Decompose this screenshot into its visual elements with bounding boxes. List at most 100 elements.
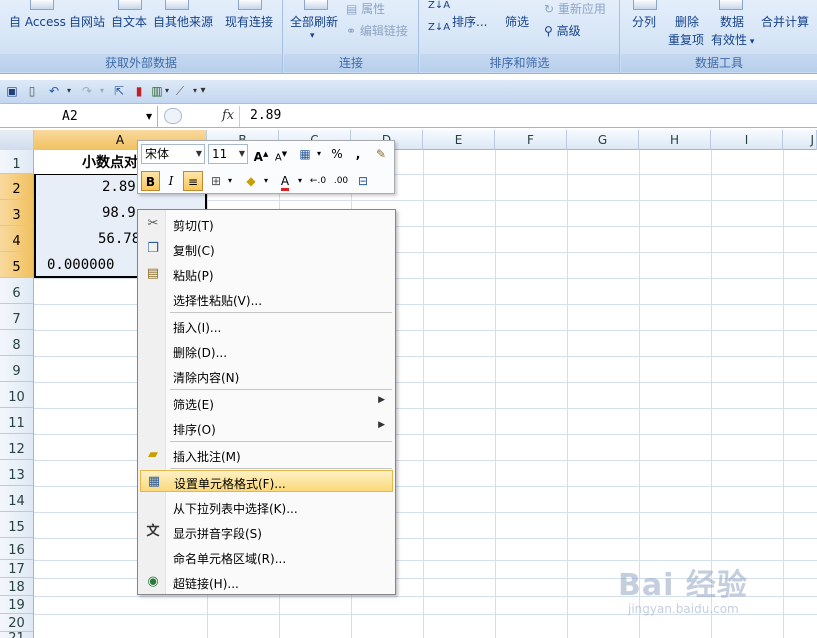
menu-item-show-pinyin[interactable]: 文 显示拼音字段(S) [140, 521, 393, 543]
existing-connections-button[interactable]: 现有连接 [225, 13, 273, 30]
row-header-9[interactable]: 9 [0, 356, 34, 382]
row-header-15[interactable]: 15 [0, 512, 34, 538]
insert-function-icon[interactable]: fx [222, 108, 234, 123]
column-header-i[interactable]: I [711, 130, 783, 150]
row-header-16[interactable]: 16 [0, 538, 34, 560]
menu-item-copy[interactable]: ❐ 复制(C) [140, 238, 393, 260]
menu-item-sort[interactable]: 排序(O) ▶ [140, 417, 393, 439]
refresh-all-button[interactable]: 全部刷新 [290, 13, 338, 30]
row-header-11[interactable]: 11 [0, 408, 34, 434]
cursor-icon[interactable]: ⇱ [112, 84, 126, 98]
accounting-format-icon[interactable]: ▦ [296, 144, 314, 164]
increase-font-icon[interactable]: A▲ [252, 144, 270, 164]
row-header-7[interactable]: 7 [0, 304, 34, 330]
undo-icon[interactable]: ↶ [47, 84, 61, 98]
reapply-button[interactable]: ↻ 重新应用 [544, 0, 606, 17]
row-header-18[interactable]: 18 [0, 578, 34, 596]
advanced-button[interactable]: ⚲ 高级 [544, 22, 581, 39]
bold-button[interactable]: B [141, 171, 160, 191]
name-box[interactable]: A2 [0, 106, 158, 127]
font-size-select[interactable]: 11 ▼ [208, 144, 248, 164]
new-icon[interactable]: ▯ [25, 84, 39, 98]
filter-button[interactable]: 筛选 [505, 13, 529, 30]
decrease-decimal-icon[interactable]: .00 [331, 171, 351, 191]
sort-az-icon[interactable]: Z↓A [428, 0, 450, 11]
row-header-8[interactable]: 8 [0, 330, 34, 356]
select-all-corner[interactable] [0, 130, 34, 150]
row-header-12[interactable]: 12 [0, 434, 34, 460]
fill-dropdown-icon[interactable]: ▾ [262, 171, 270, 191]
increase-decimal-icon[interactable]: ←.0 [308, 171, 328, 191]
formula-expand-icon[interactable] [164, 108, 182, 124]
menu-item-pick-from-list[interactable]: 从下拉列表中选择(K)... [140, 496, 393, 518]
chart-dropdown-icon[interactable]: ▾ [160, 84, 174, 98]
data-validation-button[interactable]: 数据 [720, 13, 744, 30]
font-name-select[interactable]: 宋体 ▼ [141, 144, 205, 164]
properties-button[interactable]: ▤ 属性 [346, 0, 385, 17]
fill-color-icon[interactable]: ◆ [242, 171, 260, 191]
row-header-17[interactable]: 17 [0, 560, 34, 578]
font-color-dropdown-icon[interactable]: ▾ [296, 171, 304, 191]
row-header-13[interactable]: 13 [0, 460, 34, 486]
consolidate-button[interactable]: 合并计算 [761, 13, 809, 30]
from-text-button[interactable]: 自文本 [111, 13, 147, 30]
chart-icon[interactable]: ▮ [132, 84, 146, 98]
row-header-4[interactable]: 4 [0, 226, 34, 252]
remove-duplicates-label[interactable]: 重复项 [668, 31, 704, 48]
row-header-21[interactable]: 21 [0, 632, 34, 638]
menu-item-hyperlink[interactable]: ◉ 超链接(H)... [140, 571, 393, 593]
row-header-20[interactable]: 20 [0, 614, 34, 632]
decrease-font-icon[interactable]: A▼ [272, 144, 290, 164]
row-header-19[interactable]: 19 [0, 596, 34, 614]
edit-links-button[interactable]: ⚭ 编辑链接 [346, 22, 408, 39]
row-header-6[interactable]: 6 [0, 278, 34, 304]
sort-button[interactable]: 排序... [452, 13, 487, 30]
column-header-j[interactable]: J [783, 130, 817, 150]
undo-dropdown-icon[interactable]: ▾ [62, 84, 76, 98]
row-header-2[interactable]: 2 [0, 174, 34, 200]
menu-item-cut[interactable]: ✂ 剪切(T) [140, 213, 393, 235]
name-box-dropdown-icon[interactable]: ▼ [146, 112, 152, 121]
accounting-dropdown-icon[interactable]: ▾ [315, 144, 323, 164]
column-header-h[interactable]: H [639, 130, 711, 150]
italic-button[interactable]: I [162, 171, 180, 191]
cell-a5[interactable]: 0.000000 [47, 257, 114, 273]
font-color-icon[interactable]: A [276, 171, 294, 191]
menu-item-delete[interactable]: 删除(D)... [140, 340, 393, 362]
from-access-button[interactable]: 自 Access [9, 13, 66, 30]
column-header-e[interactable]: E [423, 130, 495, 150]
menu-item-format-cells[interactable]: ▦ 设置单元格格式(F)... [140, 470, 393, 492]
menu-item-name-range[interactable]: 命名单元格区域(R)... [140, 546, 393, 568]
redo-dropdown-icon[interactable]: ▾ [95, 84, 109, 98]
text-to-columns-button[interactable]: 分列 [632, 13, 656, 30]
merge-center-icon[interactable]: ⊟ [354, 171, 372, 191]
menu-item-insert-comment[interactable]: ▰ 插入批注(M) [140, 444, 393, 466]
menu-item-filter[interactable]: 筛选(E) ▶ [140, 392, 393, 414]
menu-item-clear-contents[interactable]: 清除内容(N) [140, 365, 393, 387]
column-header-f[interactable]: F [495, 130, 567, 150]
other-sources-button[interactable]: 自其他来源 [153, 13, 213, 30]
row-header-3[interactable]: 3 [0, 200, 34, 226]
cell-a3[interactable]: 98.9 [102, 205, 136, 221]
sort-za-icon[interactable]: Z↓A [428, 22, 450, 33]
row-header-14[interactable]: 14 [0, 486, 34, 512]
refresh-dropdown-icon[interactable]: ▾ [310, 31, 315, 41]
data-validation-label[interactable]: 有效性 ▾ [711, 31, 754, 48]
row-header-5[interactable]: 5 [0, 252, 34, 278]
formula-input[interactable]: 2.89 [250, 108, 281, 123]
comma-style-button[interactable]: , [351, 144, 365, 164]
cell-a4[interactable]: 56.78 [98, 231, 140, 247]
column-header-g[interactable]: G [567, 130, 639, 150]
customize-qat-icon[interactable]: ▾ [196, 84, 210, 98]
cell-a2[interactable]: 2.89 [102, 179, 136, 195]
remove-duplicates-button[interactable]: 删除 [675, 13, 699, 30]
menu-item-paste[interactable]: ▤ 粘贴(P) [140, 263, 393, 285]
line-icon[interactable]: ⟋ [173, 84, 187, 98]
redo-icon[interactable]: ↷ [80, 84, 94, 98]
borders-icon[interactable]: ⊞ [208, 171, 224, 191]
menu-item-insert[interactable]: 插入(I)... [140, 315, 393, 337]
format-painter-icon[interactable]: ✎ [372, 144, 390, 164]
center-align-icon[interactable]: ≡ [183, 171, 203, 191]
row-header-1[interactable]: 1 [0, 150, 34, 174]
from-web-button[interactable]: 自网站 [69, 13, 105, 30]
